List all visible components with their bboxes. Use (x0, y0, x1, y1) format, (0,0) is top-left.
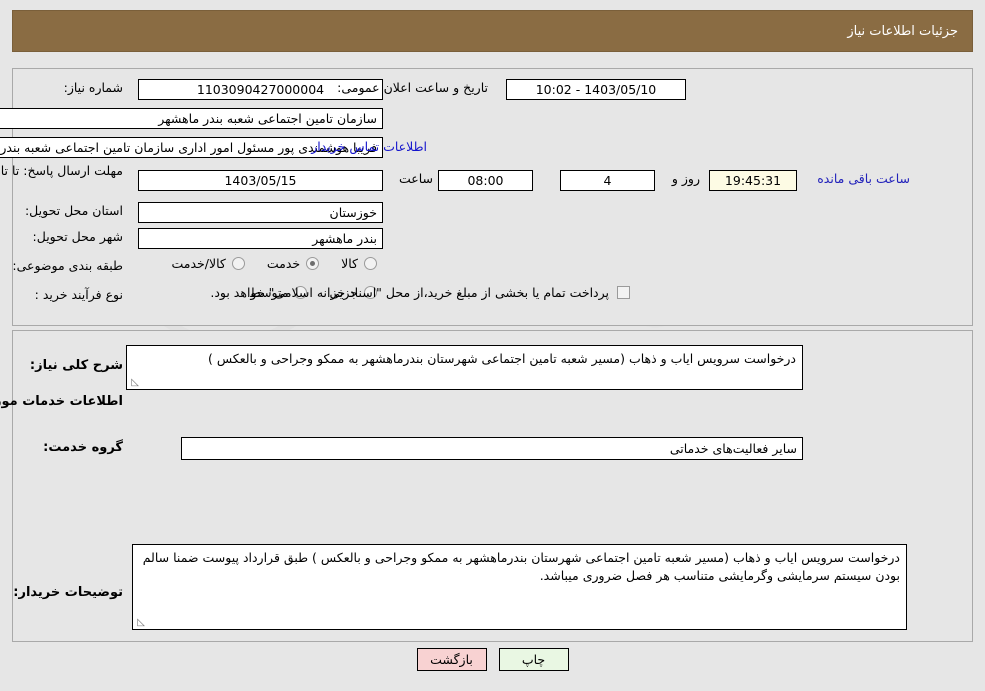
province-label-wrap: استان محل تحویل: (25, 203, 123, 218)
city-label: شهر محل تحویل: (32, 229, 123, 244)
purchase-process-label: نوع فرآیند خرید : (34, 287, 123, 302)
action-buttons: بازگشت چاپ (0, 648, 985, 671)
deadline-hour-label: ساعت (398, 171, 433, 186)
days-label-wrap: روز و (672, 171, 700, 186)
summary-label-wrap: شرح کلی نیاز: (30, 358, 123, 373)
category-option-service[interactable]: خدمت (266, 256, 320, 271)
category-label: طبقه بندی موضوعی: (12, 258, 123, 273)
announce-datetime-field[interactable]: 1403/05/10 - 10:02 (506, 79, 686, 100)
category-option-goods-service[interactable]: کالا/خدمت (171, 256, 245, 271)
checkbox-icon[interactable] (617, 286, 630, 299)
radio-icon[interactable] (231, 257, 245, 270)
hour-label-wrap: ساعت (399, 171, 433, 186)
services-heading-wrap: اطلاعات خدمات مورد نیاز (0, 394, 123, 409)
deadline-label-wrap: مهلت ارسال پاسخ: تا تاریخ: (0, 163, 123, 179)
category-option-goods[interactable]: کالا (341, 256, 377, 271)
buyer-contact-link[interactable]: اطلاعات تماس خریدار (311, 139, 427, 154)
services-section-heading: اطلاعات خدمات مورد نیاز (0, 394, 123, 409)
back-button[interactable]: بازگشت (416, 648, 487, 671)
buyer-notes-text: درخواست سرویس ایاب و ذهاب (مسیر شعبه تام… (142, 550, 900, 583)
service-group-label: گروه خدمت: (43, 440, 123, 455)
service-group-label-wrap: گروه خدمت: (43, 440, 123, 455)
province-label: استان محل تحویل: (24, 203, 123, 218)
province-field[interactable]: خوزستان (138, 202, 383, 223)
countdown-label-wrap: ساعت باقی مانده (817, 171, 910, 186)
page-title: جزئیات اطلاعات نیاز (847, 23, 958, 39)
summary-text: درخواست سرویس ایاب و ذهاب (مسیر شعبه تام… (208, 351, 796, 366)
announce-datetime-label: تاریخ و ساعت اعلان عمومی: (337, 80, 488, 95)
category-label-wrap: طبقه بندی موضوعی: (12, 258, 123, 273)
need-details-page: AriaTender.net جزئیات اطلاعات نیاز شماره… (0, 0, 985, 691)
deadline-time-field[interactable]: 08:00 (438, 170, 533, 191)
remaining-days-field[interactable]: 4 (560, 170, 655, 191)
announce-label-wrap: تاریخ و ساعت اعلان عمومی: (337, 80, 488, 95)
need-number-label: شماره نیاز: (63, 80, 123, 95)
buyer-notes-label: توضیحات خریدار: (13, 585, 123, 600)
need-number-label-wrap: شماره نیاز: (64, 80, 123, 95)
buyer-org-field[interactable]: سازمان تامین اجتماعی شعبه بندر ماهشهر (0, 108, 383, 129)
deadline-label: مهلت ارسال پاسخ: تا تاریخ: (0, 163, 123, 178)
category-radio-group: کالا خدمت کالا/خدمت (171, 256, 377, 271)
category-option-label: خدمت (266, 256, 301, 271)
radio-icon[interactable] (306, 257, 320, 270)
city-field[interactable]: بندر ماهشهر (138, 228, 383, 249)
resize-grip-icon[interactable]: ◺ (129, 378, 139, 388)
buyer-contact-link-wrap[interactable]: اطلاعات تماس خریدار (311, 139, 427, 154)
category-option-label: کالا/خدمت (171, 256, 226, 271)
resize-grip-icon[interactable]: ◺ (135, 618, 145, 628)
summary-label: شرح کلی نیاز: (29, 358, 123, 373)
summary-textarea[interactable]: درخواست سرویس ایاب و ذهاب (مسیر شعبه تام… (126, 345, 803, 390)
page-title-bar: جزئیات اطلاعات نیاز (12, 10, 973, 52)
service-group-field[interactable]: سایر فعالیت‌های خدماتی (181, 437, 803, 460)
treasury-checkbox-label: پرداخت تمام یا بخشی از مبلغ خرید،از محل … (210, 285, 609, 300)
category-option-label: کالا (341, 256, 358, 271)
city-label-wrap: شهر محل تحویل: (33, 229, 123, 244)
treasury-checkbox-row[interactable]: پرداخت تمام یا بخشی از مبلغ خرید،از محل … (210, 285, 630, 300)
remaining-days-label: روز و (671, 171, 700, 186)
print-button[interactable]: چاپ (498, 648, 569, 671)
deadline-date-field[interactable]: 1403/05/15 (138, 170, 383, 191)
countdown-label: ساعت باقی مانده (817, 171, 910, 186)
process-label-wrap: نوع فرآیند خرید : (35, 287, 123, 302)
countdown-field[interactable]: 19:45:31 (709, 170, 797, 191)
buyer-notes-textarea[interactable]: درخواست سرویس ایاب و ذهاب (مسیر شعبه تام… (132, 544, 907, 630)
buyer-notes-label-wrap: توضیحات خریدار: (13, 585, 123, 600)
radio-icon[interactable] (364, 257, 377, 270)
